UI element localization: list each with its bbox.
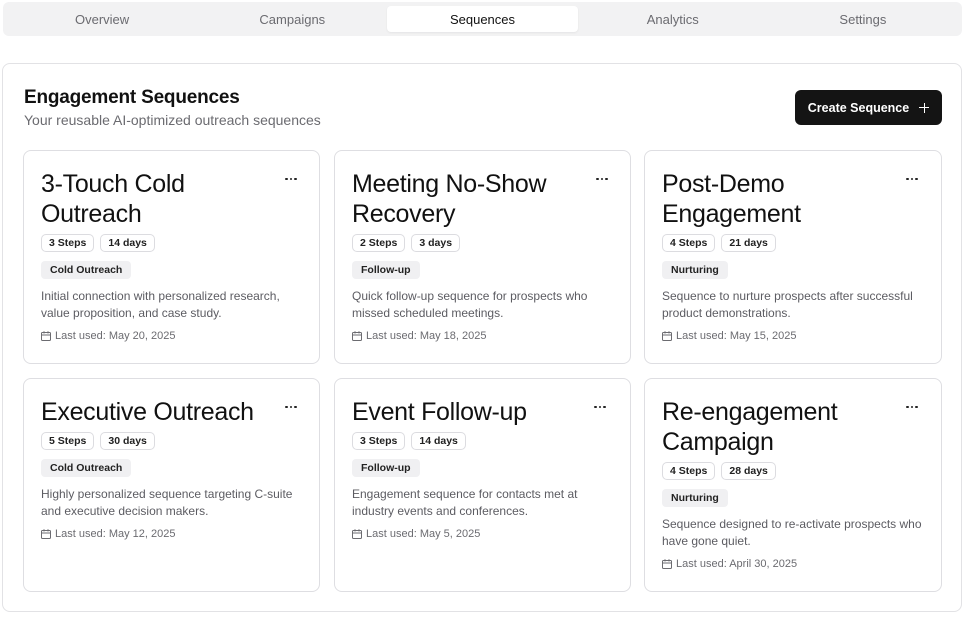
page-title: Engagement Sequences: [24, 87, 240, 108]
plus-icon: [919, 102, 930, 113]
last-used-text: Last used: May 18, 2025: [366, 330, 487, 342]
more-options-icon[interactable]: [901, 172, 923, 186]
page-subtitle: Your reusable AI-optimized outreach sequ…: [24, 112, 321, 128]
duration-badge: 14 days: [411, 432, 466, 450]
last-used-text: Last used: May 5, 2025: [366, 528, 481, 540]
sequence-description: Quick follow-up sequence for prospects w…: [352, 289, 588, 320]
tab-bar: Overview Campaigns Sequences Analytics S…: [3, 2, 962, 36]
duration-badge: 3 days: [411, 234, 461, 252]
sequence-title: 3-Touch Cold Outreach: [41, 170, 185, 228]
sequence-title: Post-Demo Engagement: [662, 170, 801, 228]
category-tag: Nurturing: [662, 261, 728, 279]
sequence-description: Initial connection with personalized res…: [41, 289, 280, 320]
steps-badge: 5 Steps: [41, 432, 95, 450]
tab-overview[interactable]: Overview: [7, 6, 197, 32]
more-options-icon[interactable]: [591, 172, 613, 186]
category-tag: Follow-up: [352, 459, 420, 477]
create-sequence-label: Create Sequence: [807, 100, 910, 115]
steps-badge: 4 Steps: [662, 234, 716, 252]
more-options-icon[interactable]: [280, 172, 302, 186]
last-used-text: Last used: May 20, 2025: [55, 330, 176, 342]
sequence-description: Sequence designed to re-activate prospec…: [662, 517, 922, 548]
sequence-description: Highly personalized sequence targeting C…: [41, 487, 293, 518]
sequence-card[interactable]: Executive Outreach 5 Steps 30 days Cold …: [23, 378, 320, 592]
steps-badge: 3 Steps: [352, 432, 406, 450]
more-options-icon[interactable]: [280, 400, 302, 414]
sequences-panel: Engagement Sequences Your reusable AI-op…: [2, 63, 962, 612]
calendar-icon: [662, 559, 672, 569]
last-used: Last used: April 30, 2025: [662, 558, 924, 570]
sequence-card[interactable]: Meeting No-Show Recovery 2 Steps 3 days …: [334, 150, 631, 364]
calendar-icon: [41, 331, 51, 341]
category-tag: Nurturing: [662, 489, 728, 507]
category-tag: Cold Outreach: [41, 261, 132, 279]
tab-settings[interactable]: Settings: [768, 6, 958, 32]
sequence-card[interactable]: 3-Touch Cold Outreach 3 Steps 14 days Co…: [23, 150, 320, 364]
steps-badge: 4 Steps: [662, 462, 716, 480]
duration-badge: 21 days: [721, 234, 776, 252]
steps-badge: 3 Steps: [41, 234, 95, 252]
sequence-card[interactable]: Re-engagement Campaign 4 Steps 28 days N…: [644, 378, 942, 592]
last-used-text: Last used: May 15, 2025: [676, 330, 797, 342]
last-used: Last used: May 18, 2025: [352, 330, 613, 342]
sequence-title: Executive Outreach: [41, 398, 254, 426]
last-used: Last used: May 20, 2025: [41, 330, 302, 342]
calendar-icon: [352, 529, 362, 539]
category-tag: Cold Outreach: [41, 459, 132, 477]
duration-badge: 30 days: [100, 432, 155, 450]
last-used: Last used: May 5, 2025: [352, 528, 613, 540]
sequence-description: Sequence to nurture prospects after succ…: [662, 289, 913, 320]
steps-badge: 2 Steps: [352, 234, 406, 252]
last-used-text: Last used: May 12, 2025: [55, 528, 176, 540]
last-used-text: Last used: April 30, 2025: [676, 558, 798, 570]
duration-badge: 28 days: [721, 462, 776, 480]
more-options-icon[interactable]: [589, 400, 611, 414]
create-sequence-button[interactable]: Create Sequence: [795, 90, 942, 125]
calendar-icon: [41, 529, 51, 539]
category-tag: Follow-up: [352, 261, 420, 279]
sequence-card[interactable]: Event Follow-up 3 Steps 14 days Follow-u…: [334, 378, 631, 592]
more-options-icon[interactable]: [901, 400, 923, 414]
duration-badge: 14 days: [100, 234, 155, 252]
sequence-title: Event Follow-up: [352, 398, 527, 426]
last-used: Last used: May 15, 2025: [662, 330, 924, 342]
sequence-description: Engagement sequence for contacts met at …: [352, 487, 578, 518]
sequence-card[interactable]: Post-Demo Engagement 4 Steps 21 days Nur…: [644, 150, 942, 364]
calendar-icon: [352, 331, 362, 341]
tab-analytics[interactable]: Analytics: [578, 6, 768, 32]
last-used: Last used: May 12, 2025: [41, 528, 302, 540]
tab-campaigns[interactable]: Campaigns: [197, 6, 387, 32]
tab-sequences[interactable]: Sequences: [387, 6, 578, 32]
calendar-icon: [662, 331, 672, 341]
sequence-title: Re-engagement Campaign: [662, 398, 838, 456]
sequence-title: Meeting No-Show Recovery: [352, 170, 547, 228]
